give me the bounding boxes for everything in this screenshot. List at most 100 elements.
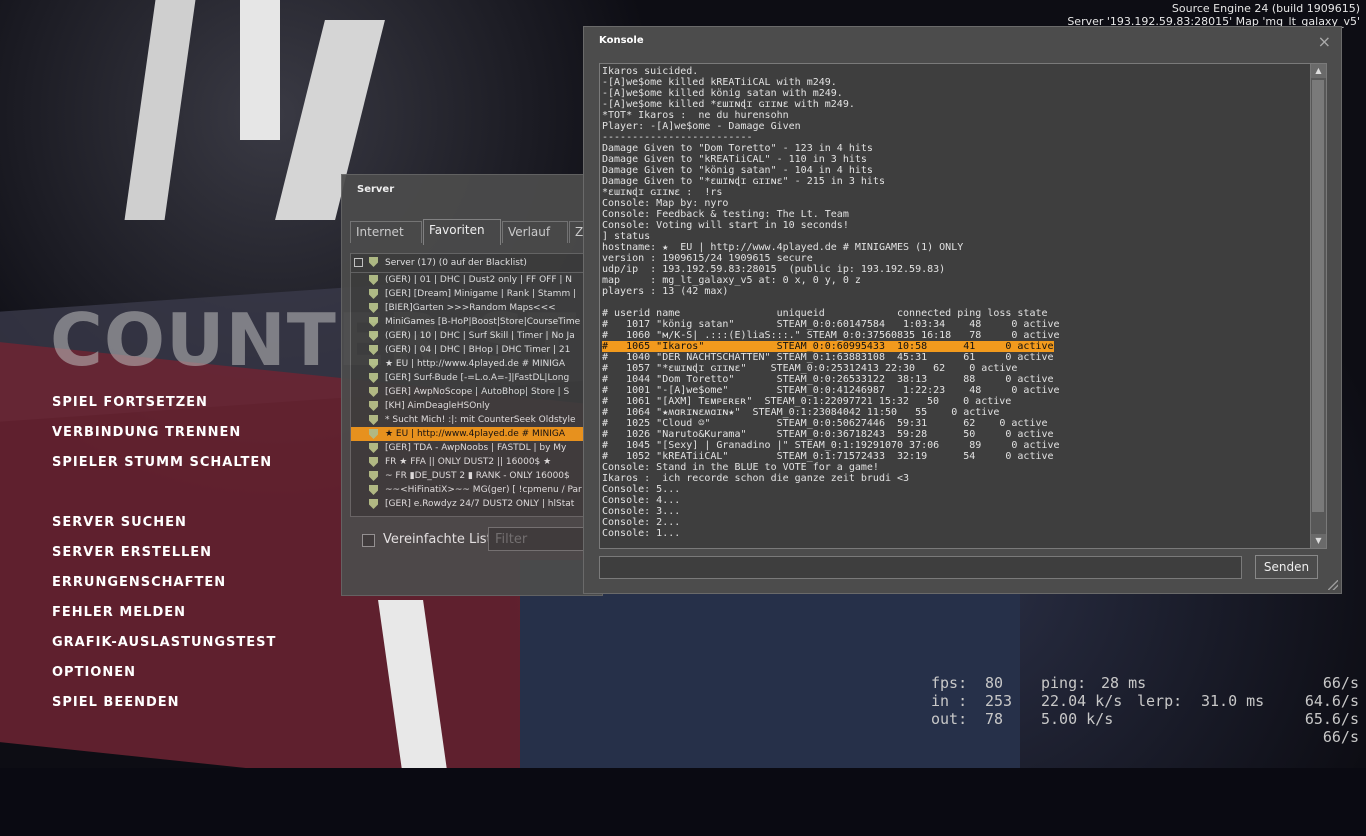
server-row[interactable]: [GER] TDA - AwpNoobs | FASTDL | by My	[351, 441, 596, 455]
server-row[interactable]: [GER] [Dream] Minigame | Rank | Stamm |	[351, 287, 596, 301]
server-name: [GER] TDA - AwpNoobs | FASTDL | by My	[385, 443, 567, 453]
server-name: ~ FR ▮DE_DUST 2 ▮ RANK - ONLY 16000$	[385, 471, 570, 481]
console-line: # 1001 "-[A]we$ome" STEAM_0:0:41246987 1…	[602, 385, 1060, 396]
server-row[interactable]: ~~<HiFinatiX>~~ MG(ger) [ !cpmenu / Par	[351, 483, 596, 497]
shield-icon	[369, 499, 378, 509]
console-line: hostname: ★ EU | http://www.4played.de #…	[602, 242, 964, 253]
console-line: # 1026 "Naruto&Kurama" STEAM_0:0:3671824…	[602, 429, 1054, 440]
menu-stress-test[interactable]: GRAFIK-AUSLASTUNGSTEST	[52, 635, 276, 665]
tab-internet[interactable]: Internet	[350, 221, 422, 243]
resize-grip-icon[interactable]	[1328, 580, 1338, 590]
console-line: # 1052 "kREATiiCAL" STEAM_0:1:71572433 3…	[602, 451, 1054, 462]
shield-icon	[369, 485, 378, 495]
server-row[interactable]: [BIER]Garten >>>Random Maps<<<	[351, 301, 596, 315]
server-list: Server (17) (0 auf der Blacklist) (GER) …	[350, 253, 597, 517]
fps-label: fps:	[931, 674, 968, 692]
server-row[interactable]: [GER] AwpNoScope | AutoBhop| Store | S	[351, 385, 596, 399]
server-name: [GER] e.Rowdyz 24/7 DUST2 ONLY | hlStat	[385, 499, 575, 509]
shield-icon	[369, 429, 378, 439]
console-output: Ikaros suicided. -[A]we$ome killed kREATi…	[599, 63, 1327, 549]
scroll-down-icon[interactable]: ▼	[1311, 534, 1326, 548]
menu-report-bug[interactable]: FEHLER MELDEN	[52, 605, 276, 635]
console-line: # 1025 "Cloud ☺" STEAM_0:0:50627446 59:3…	[602, 418, 1048, 429]
close-icon[interactable]: ×	[1318, 32, 1331, 51]
console-line: Player: -[A]we$ome - Damage Given	[602, 121, 801, 132]
server-name: ★ EU | http://www.4played.de # MINIGA	[385, 429, 565, 439]
console-line: udp/ip : 193.192.59.83:28015 (public ip:…	[602, 264, 946, 275]
rate-value: 65.6/s	[1304, 710, 1359, 728]
server-name: [BIER]Garten >>>Random Maps<<<	[385, 303, 556, 313]
console-line: *TOT* Ikaros : ne du hurensohn	[602, 110, 789, 121]
server-row[interactable]: (GER) | 04 | DHC | BHop | DHC Timer | 21	[351, 343, 596, 357]
console-line: players : 13 (42 max)	[602, 286, 729, 297]
menu-disconnect[interactable]: VERBINDUNG TRENNEN	[52, 425, 276, 455]
server-name: ★ EU | http://www.4played.de # MINIGA	[385, 359, 565, 369]
menu-quit[interactable]: SPIEL BEENDEN	[52, 695, 276, 725]
server-name: FR ★ FFA || ONLY DUST2 || 16000$ ★	[385, 457, 552, 467]
console-line: # 1060 "м/K-S| .:::(E)liaS:::." STEAM_0:…	[602, 330, 1060, 341]
server-row[interactable]: * Sucht Mich! :|: mit CounterSeek Oldsty…	[351, 413, 596, 427]
menu-find-servers[interactable]: SERVER SUCHEN	[52, 515, 276, 545]
fps-value: 80	[985, 674, 1004, 692]
console-line: # userid name uniqueid connected ping lo…	[602, 308, 1048, 319]
console-line: # 1017 "könig satan" STEAM_0:0:60147584 …	[602, 319, 1060, 330]
server-row[interactable]: [GER] Surf-Bude [-=L.o.A=-]|FastDL|Long	[351, 371, 596, 385]
console-line: map : mg_lt_galaxy_v5 at: 0 x, 0 y, 0 z	[602, 275, 861, 286]
send-button[interactable]: Senden	[1255, 555, 1318, 579]
scroll-up-icon[interactable]: ▲	[1311, 64, 1326, 78]
server-row[interactable]: ~ FR ▮DE_DUST 2 ▮ RANK - ONLY 16000$	[351, 469, 596, 483]
tab-history[interactable]: Verlauf	[502, 221, 568, 243]
ping-value: 28 ms	[1101, 674, 1147, 692]
server-list-header[interactable]: Server (17) (0 auf der Blacklist)	[351, 254, 596, 273]
menu-create-server[interactable]: SERVER ERSTELLEN	[52, 545, 276, 575]
console-line: -[A]we$ome killed könig satan with m249.	[602, 88, 843, 99]
shield-icon	[369, 457, 378, 467]
engine-build: Source Engine 24 (build 1909615)	[1171, 2, 1360, 15]
scroll-thumb[interactable]	[1312, 80, 1324, 512]
server-row[interactable]: [KH] AimDeagleHSOnly	[351, 399, 596, 413]
server-row[interactable]: MiniGames [B-HoP|Boost|Store|CourseTime	[351, 315, 596, 329]
menu-mute-players[interactable]: SPIELER STUMM SCHALTEN	[52, 455, 276, 485]
console-line: Damage Given to "kREATiiCAL" - 110 in 3 …	[602, 154, 867, 165]
menu-achievements[interactable]: ERRUNGENSCHAFTEN	[52, 575, 276, 605]
lerp-value: 31.0 ms	[1201, 692, 1265, 710]
server-name: ~~<HiFinatiX>~~ MG(ger) [ !cpmenu / Par	[385, 485, 582, 495]
console-line: Ikaros : ich recorde schon die ganze zei…	[602, 473, 910, 484]
server-row[interactable]: (GER) | 01 | DHC | Dust2 only | FF OFF |…	[351, 273, 596, 287]
tab-favorites[interactable]: Favoriten	[423, 219, 501, 245]
console-line: Ikaros suicided.	[602, 66, 699, 77]
server-row[interactable]: ★ EU | http://www.4played.de # MINIGA	[351, 427, 596, 441]
out-label: out:	[931, 710, 968, 728]
menu-options[interactable]: OPTIONEN	[52, 665, 276, 695]
server-row[interactable]: FR ★ FFA || ONLY DUST2 || 16000$ ★	[351, 455, 596, 469]
shield-icon	[369, 373, 378, 383]
server-name: (GER) | 01 | DHC | Dust2 only | FF OFF |…	[385, 275, 573, 285]
shield-icon	[369, 471, 378, 481]
server-row[interactable]: [GER] e.Rowdyz 24/7 DUST2 ONLY | hlStat	[351, 497, 596, 511]
engine-info: Source Engine 24 (build 1909615) Server …	[1067, 2, 1360, 28]
simple-list-checkbox[interactable]	[362, 534, 375, 547]
server-name: (GER) | 10 | DHC | Surf Skill | Timer | …	[385, 331, 575, 341]
server-count-label: Server (17) (0 auf der Blacklist)	[385, 258, 527, 268]
console-line: Console: Map by: nyro	[602, 198, 729, 209]
console-line: *ɛɯɪɴɖɪ ɢɪɪɴɛ : !rs	[602, 187, 723, 198]
ping-label: ping:	[1041, 674, 1087, 692]
console-line: -[A]we$ome killed kREATiiCAL with m249.	[602, 77, 837, 88]
shield-icon	[369, 345, 378, 355]
console-scrollbar[interactable]: ▲ ▼	[1310, 64, 1326, 548]
shield-icon	[369, 359, 378, 369]
lock-icon	[354, 258, 363, 267]
shield-icon	[369, 257, 378, 267]
console-line: Damage Given to "*ɛɯɪɴɖɪ ɢɪɪɴɛ" - 215 in…	[602, 176, 885, 187]
server-row[interactable]: (GER) | 10 | DHC | Surf Skill | Timer | …	[351, 329, 596, 343]
menu-resume[interactable]: SPIEL FORTSETZEN	[52, 395, 276, 425]
server-row[interactable]: ★ EU | http://www.4played.de # MINIGA	[351, 357, 596, 371]
console-line: Console: 4...	[602, 495, 681, 506]
console-line: # 1044 "Dom Toretto" STEAM_0:0:26533122 …	[602, 374, 1054, 385]
rate-value: 64.6/s	[1304, 692, 1359, 710]
console-line: Console: 1...	[602, 528, 681, 539]
shield-icon	[369, 387, 378, 397]
console-line: Console: 5...	[602, 484, 681, 495]
console-command-input[interactable]	[599, 556, 1242, 579]
